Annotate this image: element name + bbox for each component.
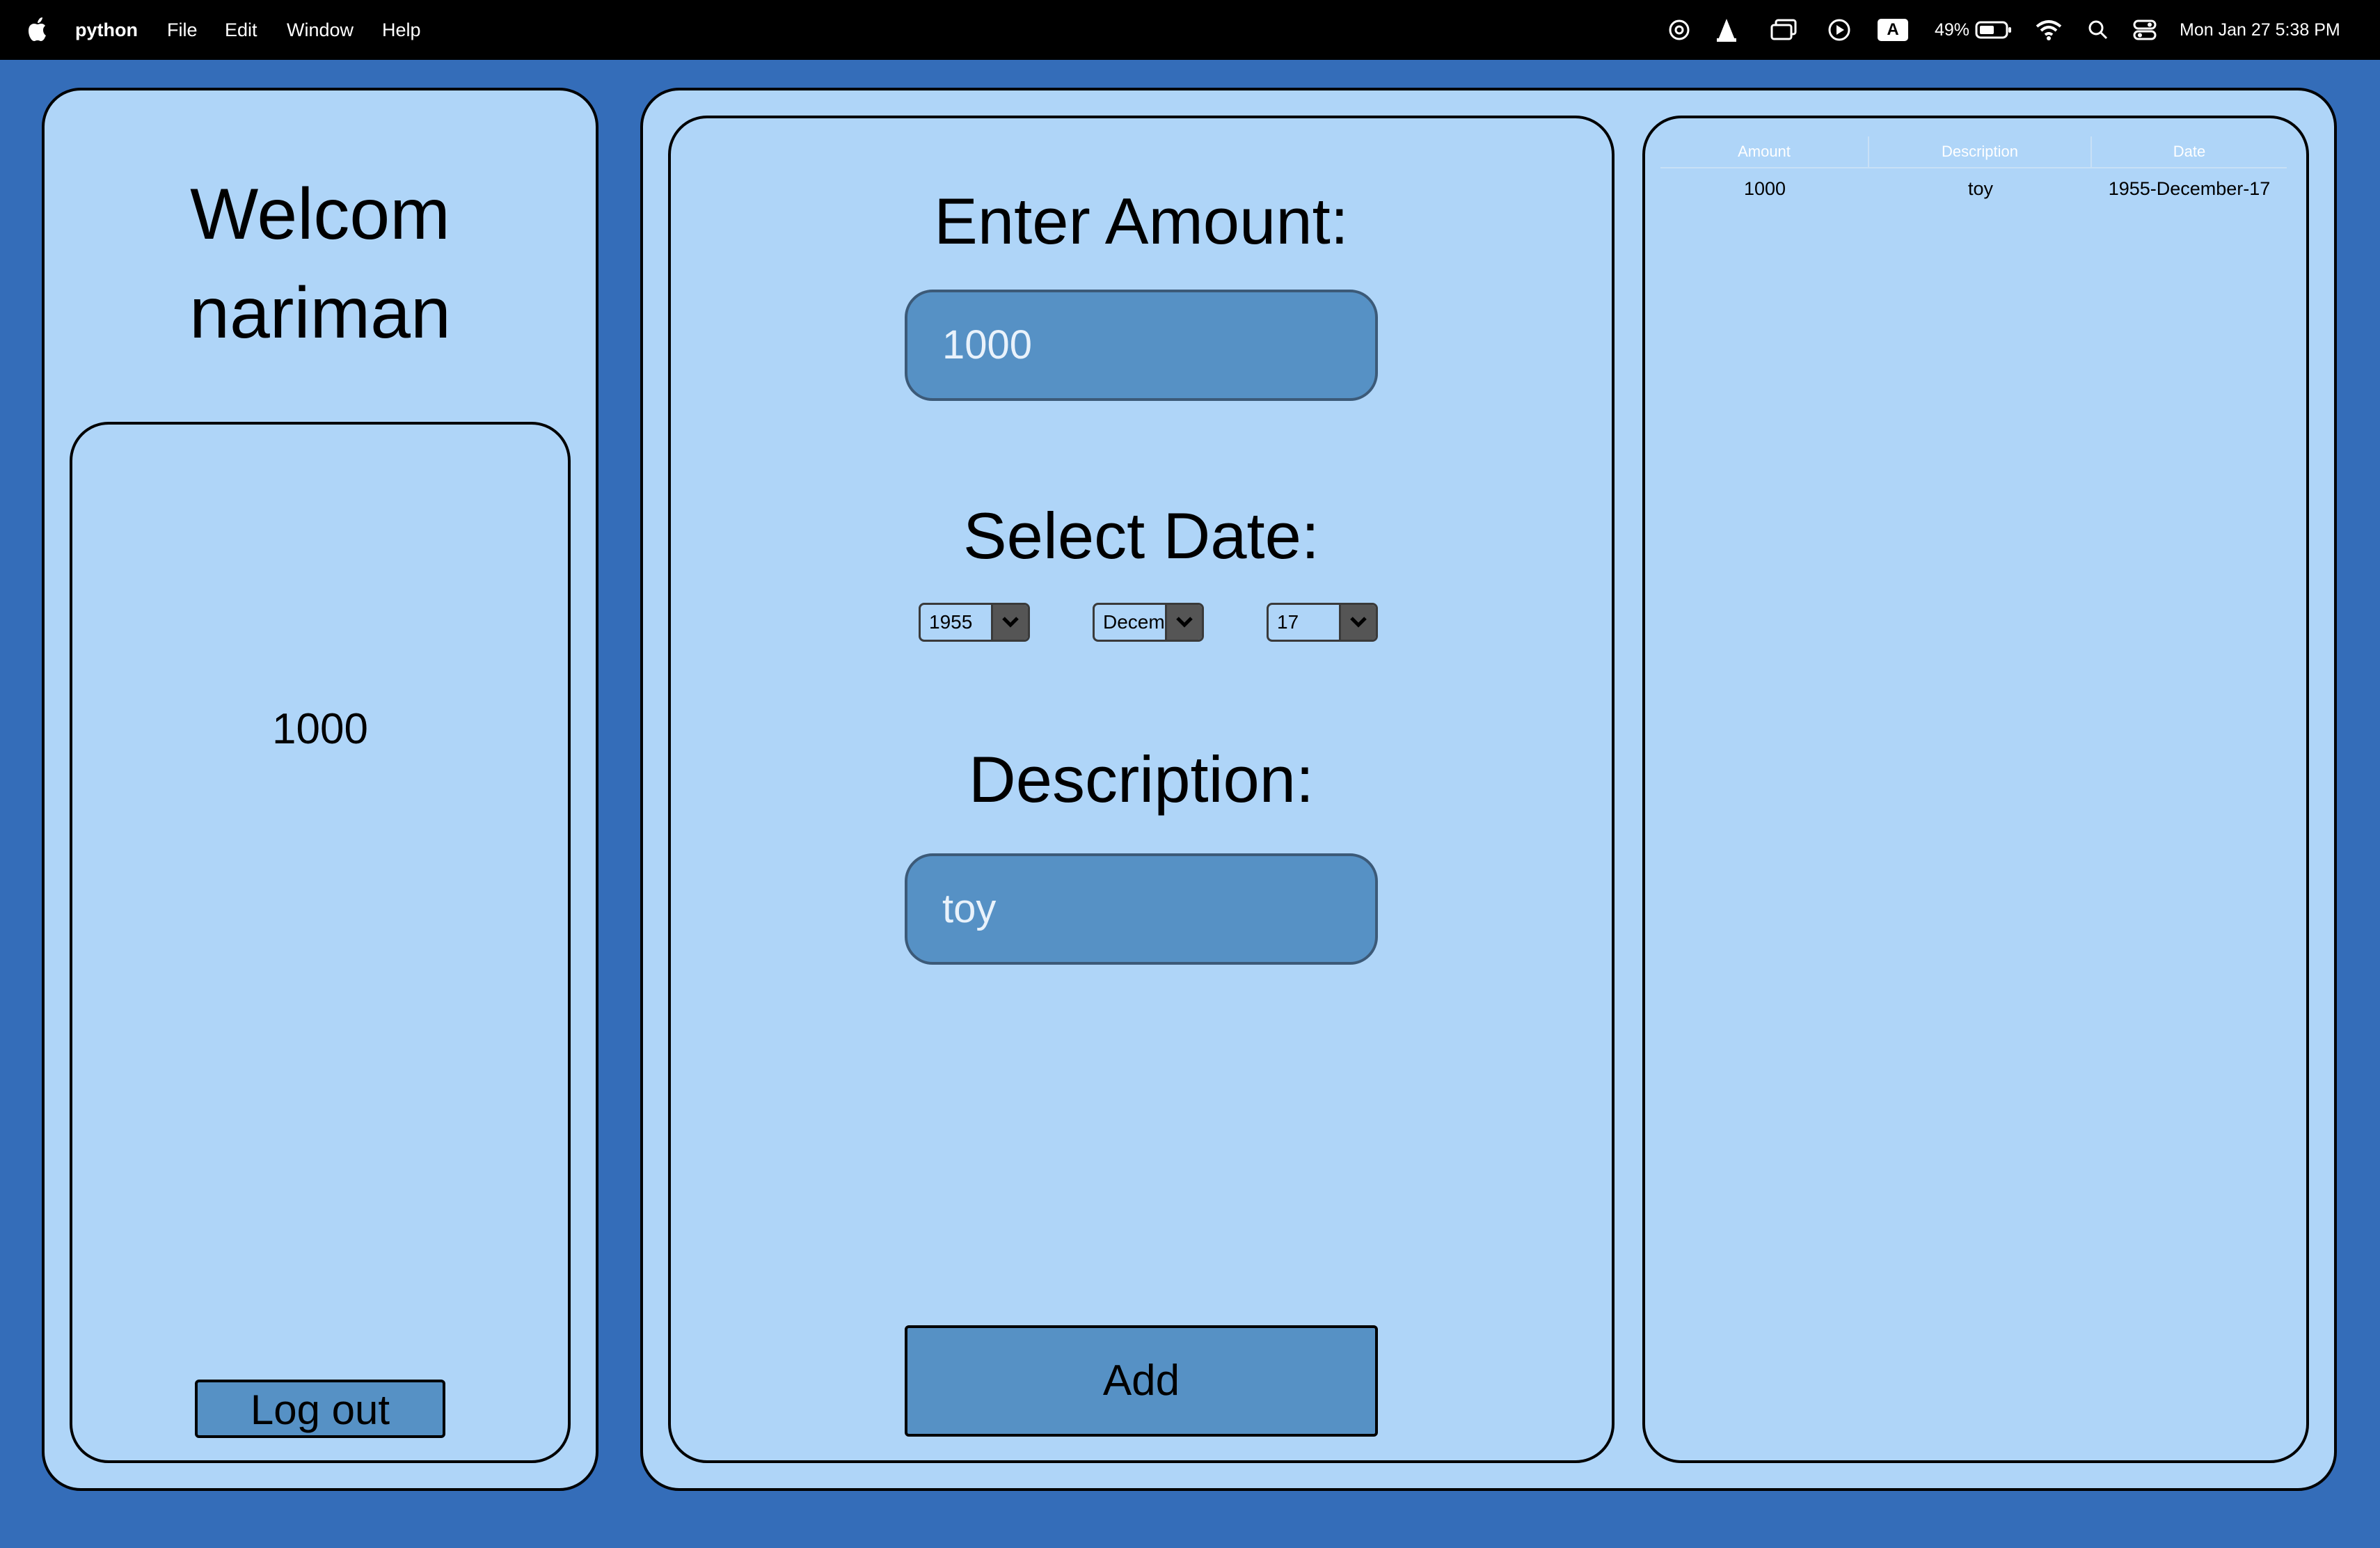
input-source-label: A [1878,19,1908,41]
wifi-icon[interactable] [2035,0,2063,60]
vlc-icon[interactable] [1715,0,1738,60]
logout-button[interactable]: Log out [195,1380,445,1438]
welcome-heading: Welcom [190,174,450,255]
control-center-icon[interactable] [2132,0,2157,60]
search-icon[interactable] [2088,0,2109,60]
year-dropdown-button[interactable] [991,605,1028,640]
clock[interactable]: Mon Jan 27 5:38 PM [2180,0,2340,60]
table-header: Amount Description Date [1660,136,2287,168]
balance-value: 1000 [272,705,368,753]
battery-percent: 49% [1935,19,1970,40]
menu-window[interactable]: Window [287,0,354,60]
year-select[interactable]: 1955 [919,603,1030,642]
day-value: 17 [1277,611,1299,633]
screen-mirroring-icon[interactable] [1770,0,1797,60]
menu-bar: python File Edit Window Help A 49% Mon J… [0,0,2380,60]
apple-icon[interactable] [26,14,50,45]
day-select[interactable]: 17 [1267,603,1378,642]
month-select[interactable]: Decem [1093,603,1204,642]
month-value: Decem [1103,611,1165,633]
play-icon[interactable] [1827,0,1851,60]
amount-label: Enter Amount: [934,184,1349,258]
amount-input[interactable]: 1000 [905,290,1378,401]
cell-amount: 1000 [1743,178,1786,199]
chevron-down-icon [1176,617,1193,628]
column-header-amount[interactable]: Amount [1660,136,1869,167]
input-source-icon[interactable]: A [1878,0,1908,60]
column-header-description[interactable]: Description [1869,136,2092,167]
chevron-down-icon [1002,617,1019,628]
menu-app-name[interactable]: python [75,0,138,60]
menu-edit[interactable]: Edit [225,0,257,60]
column-header-date[interactable]: Date [2092,136,2287,167]
chatgpt-icon[interactable] [1667,0,1691,60]
menu-file[interactable]: File [167,0,198,60]
balance-panel [70,422,571,1463]
cell-date: 1955-December-17 [2108,178,2271,199]
menu-help[interactable]: Help [382,0,421,60]
add-button[interactable]: Add [905,1325,1378,1437]
year-value: 1955 [929,611,973,633]
description-input[interactable]: toy [905,853,1378,965]
date-label: Select Date: [962,499,1320,572]
battery-icon[interactable] [1975,0,2013,60]
chevron-down-icon [1350,617,1367,628]
table-row[interactable]: 1000 toy 1955-December-17 [1660,171,2287,206]
cell-description: toy [1967,178,1994,199]
month-dropdown-button[interactable] [1165,605,1202,640]
welcome-username: nariman [189,273,451,354]
day-dropdown-button[interactable] [1339,605,1376,640]
transactions-panel [1642,116,2309,1463]
description-label: Description: [968,743,1315,816]
